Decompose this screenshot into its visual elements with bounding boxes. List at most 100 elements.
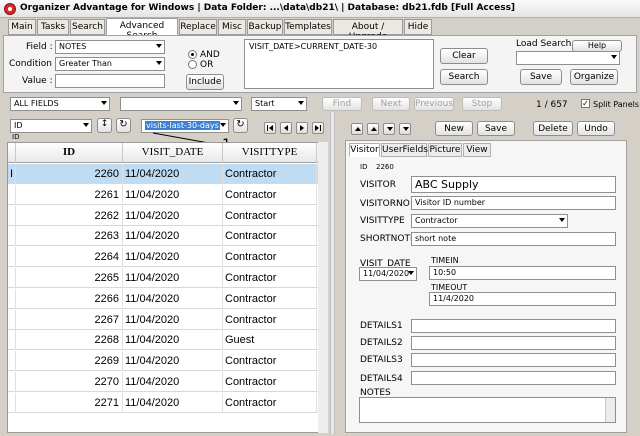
shortnote-field[interactable]: short note bbox=[411, 232, 616, 246]
include-button[interactable]: Include bbox=[186, 74, 224, 90]
id-value: 2260 bbox=[376, 163, 394, 171]
table-row[interactable]: 226311/04/2020Contractor10 bbox=[8, 226, 327, 247]
table-row[interactable]: 226511/04/2020Contractor8: bbox=[8, 268, 327, 288]
query-text-area[interactable]: VISIT_DATE>CURRENT_DATE-30 bbox=[244, 39, 434, 89]
column-header-visittype[interactable]: VISITTYPE bbox=[223, 143, 317, 163]
cell-visit-date: 11/04/2020 bbox=[123, 164, 223, 184]
grid-vertical-scrollbar[interactable] bbox=[318, 142, 328, 433]
search-button[interactable]: Search bbox=[440, 69, 488, 85]
field-select-value: NOTES bbox=[59, 42, 87, 51]
find-text-input[interactable] bbox=[120, 97, 242, 111]
previous-button[interactable]: Previous bbox=[414, 97, 454, 111]
cell-visittype: Contractor bbox=[223, 309, 317, 330]
table-row[interactable]: I226011/04/2020Contractor10 bbox=[8, 164, 327, 184]
load-search-select[interactable] bbox=[516, 51, 620, 65]
tab-templates[interactable]: Templates bbox=[284, 19, 332, 35]
timein-field[interactable]: 10:50 bbox=[429, 266, 616, 280]
or-radio[interactable] bbox=[188, 60, 197, 69]
visittype-select[interactable]: Contractor bbox=[411, 214, 568, 228]
stop-button[interactable]: Stop bbox=[462, 97, 502, 111]
save-record-button[interactable]: Save bbox=[477, 121, 515, 136]
cell-visittype: Contractor bbox=[223, 205, 317, 226]
details3-label: DETAILS3 bbox=[360, 355, 403, 365]
next-record-button[interactable] bbox=[296, 122, 308, 134]
sort-field-select[interactable]: ID bbox=[10, 119, 92, 133]
fields-select[interactable]: ALL FIELDS bbox=[10, 97, 110, 111]
split-panels-checkbox[interactable]: ✓ bbox=[581, 99, 590, 108]
refresh-sort-button[interactable]: ↻ bbox=[116, 118, 131, 133]
undo-button[interactable]: Undo bbox=[577, 121, 615, 136]
timeout-field[interactable]: 11/4/2020 bbox=[429, 292, 616, 306]
tab-advanced-search[interactable]: Advanced Search bbox=[106, 18, 178, 41]
clear-button[interactable]: Clear bbox=[440, 48, 488, 64]
table-row[interactable]: 2268 11/04/2020 Guest bbox=[8, 330, 327, 351]
tab-picture[interactable]: Picture bbox=[428, 143, 462, 157]
value-input[interactable] bbox=[55, 74, 165, 88]
tab-tasks[interactable]: Tasks bbox=[37, 19, 69, 35]
and-radio[interactable] bbox=[188, 50, 197, 59]
row-indicator bbox=[8, 372, 16, 392]
cell-visit-date: 11/04/2020 bbox=[123, 184, 223, 205]
prior-record-button[interactable] bbox=[280, 122, 292, 134]
tab-hide[interactable]: Hide bbox=[404, 19, 432, 35]
cell-visittype: Contractor bbox=[223, 351, 317, 372]
tab-misc[interactable]: Misc bbox=[218, 19, 246, 35]
visitor-field[interactable]: ABC Supply bbox=[411, 176, 616, 193]
cell-id: 2263 bbox=[16, 226, 123, 247]
table-row[interactable]: 226911/04/2020Contractor9: bbox=[8, 351, 327, 372]
tab-replace[interactable]: Replace bbox=[179, 19, 217, 35]
id-label: ID bbox=[360, 163, 368, 171]
cell-id: 2264 bbox=[16, 247, 123, 268]
tab-search[interactable]: Search bbox=[70, 19, 105, 35]
tab-userfields[interactable]: UserFields bbox=[381, 143, 428, 157]
table-row[interactable]: 2261 11/04/2020 Contractor bbox=[8, 184, 327, 205]
tab-backup[interactable]: Backup bbox=[247, 19, 283, 35]
first-record-button[interactable] bbox=[264, 122, 276, 134]
details1-field[interactable] bbox=[411, 319, 616, 333]
cell-id: 2261 bbox=[16, 184, 123, 205]
next-button[interactable]: Next bbox=[372, 97, 410, 111]
notes-scrollbar[interactable] bbox=[605, 398, 615, 422]
delete-record-button[interactable]: Delete bbox=[533, 121, 573, 136]
details2-field[interactable] bbox=[411, 336, 616, 350]
tab-about-upgrade[interactable]: About / Upgrade bbox=[333, 19, 403, 42]
last-record-button[interactable] bbox=[312, 122, 324, 134]
cell-visit-date: 11/04/2020 bbox=[123, 309, 223, 330]
refresh-search-button[interactable]: ↻ bbox=[233, 118, 248, 133]
panel-splitter[interactable] bbox=[330, 112, 335, 434]
details4-field[interactable] bbox=[411, 371, 616, 385]
move-last-button[interactable] bbox=[399, 123, 411, 135]
move-first-button[interactable] bbox=[351, 123, 363, 135]
table-row[interactable]: 2271 11/04/2020 Contractor bbox=[8, 392, 327, 413]
tab-view[interactable]: View bbox=[463, 143, 491, 157]
cell-id: 2265 bbox=[16, 268, 123, 288]
tab-visitor[interactable]: Visitor bbox=[349, 143, 380, 157]
visit-date-picker[interactable]: 11/04/2020 bbox=[359, 267, 417, 281]
table-row[interactable]: 227011/04/2020Contractor8: bbox=[8, 372, 327, 392]
tab-main[interactable]: Main bbox=[8, 19, 36, 35]
notes-field[interactable] bbox=[359, 397, 616, 423]
chevron-down-icon bbox=[156, 44, 162, 48]
move-down-button[interactable] bbox=[383, 123, 395, 135]
find-button[interactable]: Find bbox=[322, 97, 362, 111]
column-header-id[interactable]: ID bbox=[16, 143, 123, 163]
move-up-button[interactable] bbox=[367, 123, 379, 135]
new-record-button[interactable]: New bbox=[435, 121, 473, 136]
condition-select[interactable]: Greater Than bbox=[55, 57, 165, 71]
details3-field[interactable] bbox=[411, 353, 616, 367]
visitorno-field[interactable]: Visitor ID number bbox=[411, 196, 616, 210]
table-row[interactable]: 2264 11/04/2020 Contractor bbox=[8, 247, 327, 268]
save-search-button[interactable]: Save bbox=[520, 69, 562, 85]
column-header-visit-date[interactable]: VISIT_DATE bbox=[123, 143, 223, 163]
field-select[interactable]: NOTES bbox=[55, 40, 165, 54]
table-row[interactable]: 226611/04/2020Contractor8: bbox=[8, 288, 327, 309]
sort-direction-button[interactable]: ↕ bbox=[97, 118, 112, 133]
organize-button[interactable]: Organize bbox=[570, 69, 618, 85]
row-indicator-header bbox=[8, 143, 16, 163]
table-row[interactable]: 2262 11/04/2020 Contractor bbox=[8, 205, 327, 226]
start-select[interactable]: Start bbox=[251, 97, 307, 111]
chevron-down-icon bbox=[559, 218, 565, 222]
split-panels-label: Split Panels bbox=[593, 100, 640, 109]
refresh-icon: ↻ bbox=[119, 119, 128, 130]
table-row[interactable]: 226711/04/2020Contractor8: bbox=[8, 309, 327, 330]
